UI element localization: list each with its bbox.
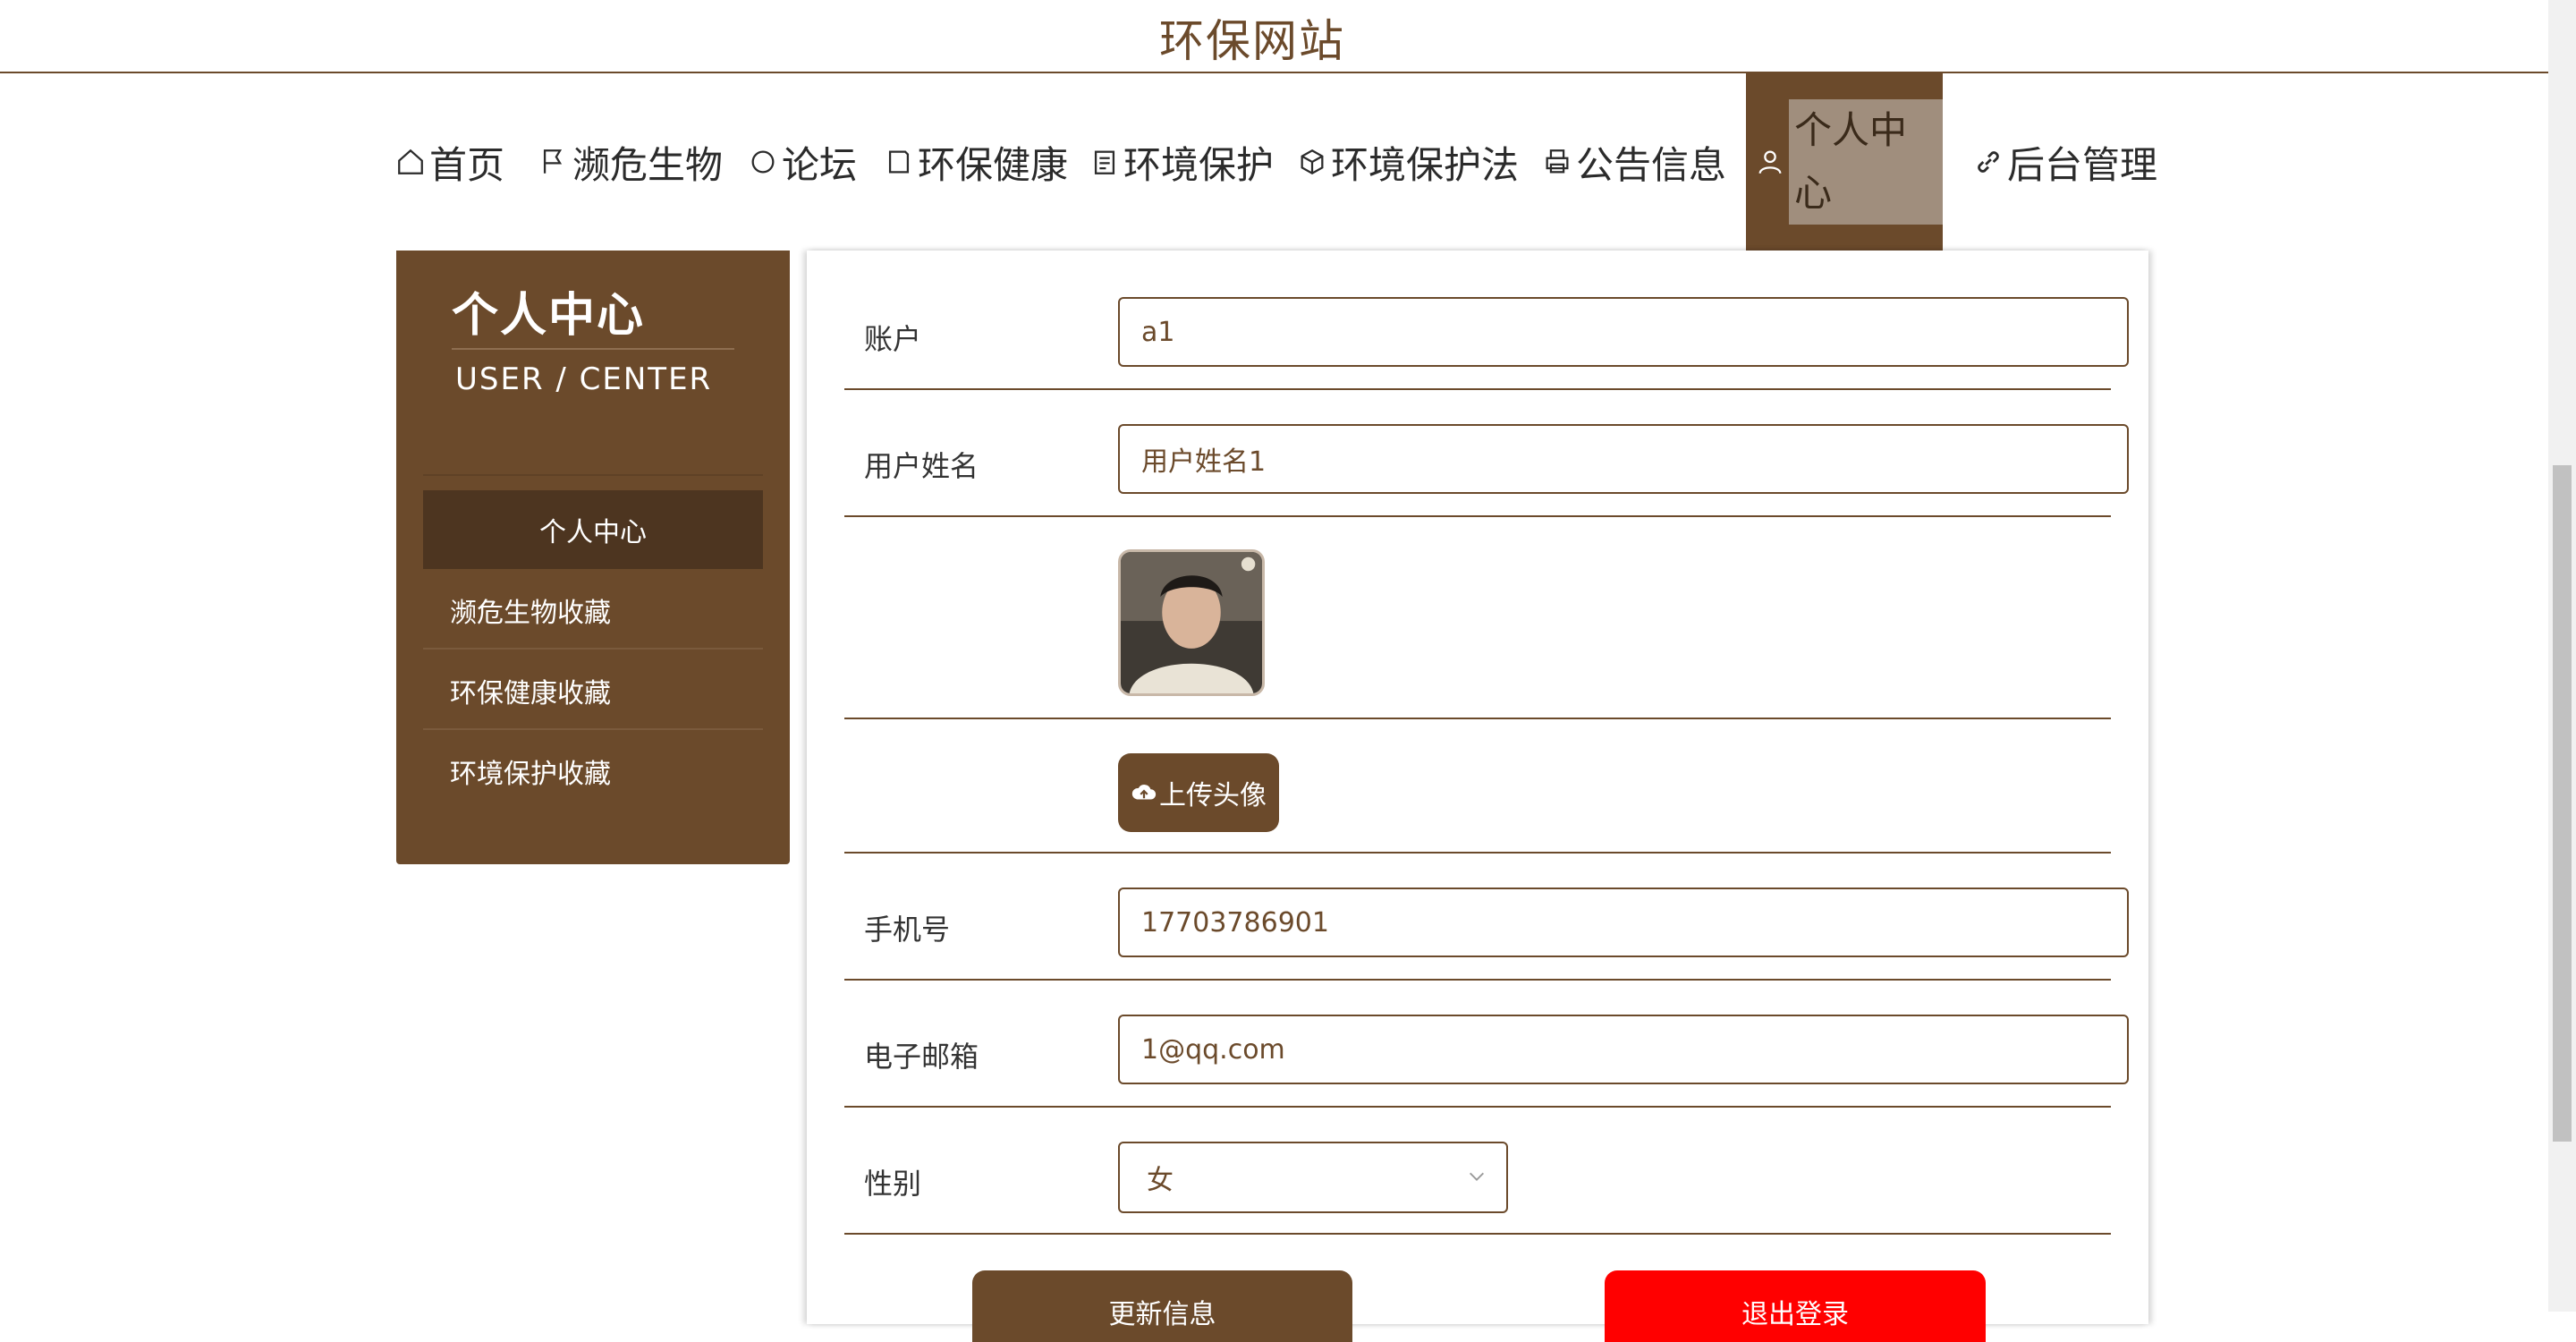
profile-form: 账户 a1 用户姓名 用户姓名1 上传头像 手机号 17703786901 电子… <box>807 251 2148 1342</box>
nav-item-forum[interactable]: 论坛 <box>748 73 857 251</box>
sidebar-subtitle: USER / CENTER <box>455 361 713 397</box>
nav-label: 环保健康 <box>918 142 1069 187</box>
document-icon <box>884 147 914 177</box>
printer-icon <box>1542 147 1572 177</box>
nav-label: 公告信息 <box>1576 142 1727 187</box>
update-info-button[interactable]: 更新信息 <box>972 1270 1352 1342</box>
divider <box>452 348 734 350</box>
account-label: 账户 <box>864 322 922 356</box>
sidebar-item-user-center[interactable]: 个人中心 <box>423 490 763 569</box>
sidebar-item-protection-favorites[interactable]: 环境保护收藏 <box>423 732 763 811</box>
gender-value: 女 <box>1147 1165 1174 1196</box>
sidebar-item-label: 个人中心 <box>539 517 647 548</box>
sidebar: 个人中心 USER / CENTER 个人中心 濒危生物收藏 环保健康收藏 环境… <box>396 251 790 864</box>
nav-item-law[interactable]: 环境保护法 <box>1297 73 1519 251</box>
sidebar-item-label: 环保健康收藏 <box>450 678 611 709</box>
box-icon <box>1297 147 1327 177</box>
username-label: 用户姓名 <box>864 449 979 483</box>
sidebar-item-health-favorites[interactable]: 环保健康收藏 <box>423 651 763 730</box>
nav-label: 环境保护法 <box>1331 142 1520 187</box>
nav-label: 首页 <box>429 142 505 187</box>
account-input[interactable]: a1 <box>1118 297 2129 367</box>
divider <box>423 648 763 650</box>
phone-input[interactable]: 17703786901 <box>1118 888 2129 957</box>
cloud-upload-icon <box>1131 785 1157 800</box>
nav-item-health[interactable]: 环保健康 <box>884 73 1068 251</box>
nav-item-home[interactable]: 首页 <box>395 73 504 251</box>
site-header: 环保网站 <box>0 0 2548 73</box>
nav-label: 论坛 <box>782 142 858 187</box>
nav-item-notice[interactable]: 公告信息 <box>1542 73 1726 251</box>
nav-item-user-center[interactable]: 个人中心 <box>1746 73 1943 251</box>
upload-avatar-label: 上传头像 <box>1159 780 1267 811</box>
form-row-account: 账户 a1 <box>844 251 2129 390</box>
logout-button[interactable]: 退出登录 <box>1605 1270 1986 1342</box>
email-input[interactable]: 1@qq.com <box>1118 1015 2129 1084</box>
nav-label: 个人中心 <box>1789 99 1943 225</box>
nav-item-protection[interactable]: 环境保护 <box>1089 73 1274 251</box>
nav-item-admin[interactable]: 后台管理 <box>1973 73 2157 251</box>
nav-label: 环境保护 <box>1123 142 1275 187</box>
clipboard-icon <box>1089 147 1120 177</box>
nav-label: 濒危生物 <box>572 142 724 187</box>
avatar[interactable] <box>1118 549 1265 696</box>
chevron-down-icon <box>1470 1172 1484 1181</box>
link-icon <box>1973 147 2004 177</box>
nav-label: 后台管理 <box>2007 142 2158 187</box>
divider <box>423 728 763 730</box>
form-row-username: 用户姓名 用户姓名1 <box>844 390 2129 517</box>
form-row-email: 电子邮箱 1@qq.com <box>844 981 2129 1108</box>
scrollbar-thumb[interactable] <box>2553 465 2572 1142</box>
home-icon <box>395 147 426 177</box>
chat-circle-icon <box>748 147 778 177</box>
email-label: 电子邮箱 <box>864 1040 979 1074</box>
divider <box>423 474 763 476</box>
nav-item-endangered[interactable]: 濒危生物 <box>538 73 723 251</box>
user-icon <box>1755 147 1785 177</box>
sidebar-item-label: 濒危生物收藏 <box>450 598 611 629</box>
sidebar-item-endangered-favorites[interactable]: 濒危生物收藏 <box>423 571 763 650</box>
form-row-upload: 上传头像 <box>844 719 2111 854</box>
gender-label: 性别 <box>864 1167 922 1201</box>
form-row-phone: 手机号 17703786901 <box>844 854 2129 981</box>
flag-icon <box>538 147 569 177</box>
phone-label: 手机号 <box>864 913 951 947</box>
sidebar-title: 个人中心 <box>452 289 646 343</box>
page-scrollbar[interactable] <box>2548 0 2576 1312</box>
upload-avatar-button[interactable]: 上传头像 <box>1118 753 1279 832</box>
main-nav: 首页 濒危生物 论坛 环保健康 环境保护 环境保护法 公告信息 个人中心 后台管… <box>0 73 2548 251</box>
username-input[interactable]: 用户姓名1 <box>1118 424 2129 494</box>
gender-select[interactable]: 女 <box>1118 1142 1508 1213</box>
form-row-avatar <box>844 517 2111 719</box>
site-title: 环保网站 <box>1159 15 1345 67</box>
form-row-gender: 性别 女 <box>844 1108 2111 1235</box>
sidebar-item-label: 环境保护收藏 <box>450 759 611 790</box>
